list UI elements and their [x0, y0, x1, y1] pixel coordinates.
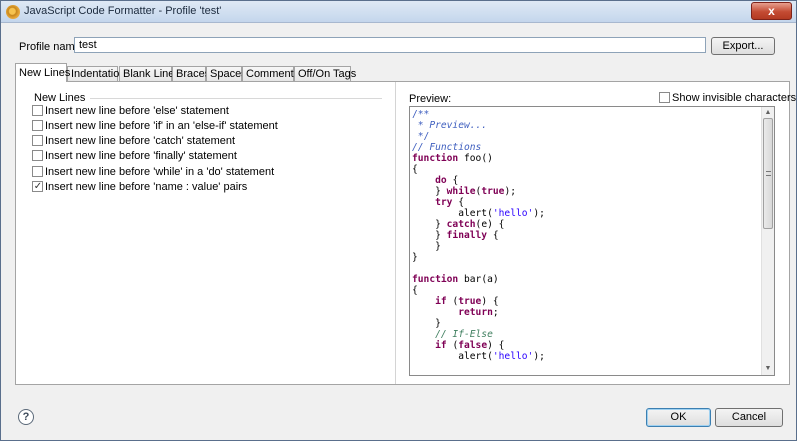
checkbox-checked[interactable] — [32, 181, 43, 192]
code-line: if (false) { — [435, 340, 505, 351]
code-line: } finally { — [412, 230, 499, 241]
scroll-up-icon[interactable]: ▲ — [762, 107, 774, 118]
panel-separator — [395, 82, 396, 384]
tab-panel: New Lines Insert new line before 'else' … — [15, 81, 796, 385]
code-line: do { — [435, 175, 459, 186]
ok-button[interactable]: OK — [646, 408, 711, 427]
option-while-do[interactable]: Insert new line before 'while' in a 'do'… — [32, 166, 274, 180]
app-icon — [6, 5, 20, 19]
tab-spaces[interactable]: Spaces — [206, 66, 247, 81]
code-line: // If-Else — [412, 329, 493, 340]
code-line: try { — [435, 197, 464, 208]
tab-braces[interactable]: Braces — [172, 66, 210, 81]
window-title: JavaScript Code Formatter - Profile 'tes… — [24, 5, 222, 17]
group-divider — [90, 98, 382, 99]
code-line: } — [412, 252, 418, 263]
code-line: return; — [458, 307, 499, 318]
show-invisible-label: Show invisible characters — [672, 92, 797, 104]
scroll-thumb[interactable] — [763, 118, 773, 229]
code-line: alert('hello'); — [412, 351, 545, 362]
show-invisible-option[interactable]: Show invisible characters — [659, 92, 796, 104]
vertical-scrollbar[interactable]: ▲ ▼ — [761, 107, 774, 375]
code-line: { — [412, 285, 418, 296]
checkbox[interactable] — [32, 135, 43, 146]
preview-code-area[interactable]: /** * Preview... */ // Functions functio… — [409, 106, 775, 376]
code-line: * Preview... — [412, 120, 488, 131]
checkbox[interactable] — [32, 166, 43, 177]
code-line: } — [412, 318, 441, 329]
option-label: Insert new line before 'while' in a 'do'… — [45, 166, 275, 178]
preview-label: Preview: — [409, 93, 452, 105]
tab-new-lines[interactable]: New Lines — [15, 63, 70, 82]
code-line: /** — [412, 109, 430, 120]
profile-name-input[interactable]: test — [74, 37, 706, 53]
tab-off-on-tags[interactable]: Off/On Tags — [294, 66, 356, 81]
code-line: function bar(a) — [412, 274, 499, 285]
title-bar: JavaScript Code Formatter - Profile 'tes… — [1, 1, 796, 23]
code-line: } — [412, 241, 441, 252]
scroll-down-icon[interactable]: ▼ — [762, 363, 774, 374]
option-else-if[interactable]: Insert new line before 'if' in an 'else-… — [32, 120, 278, 134]
formatter-dialog: JavaScript Code Formatter - Profile 'tes… — [0, 0, 797, 441]
tab-comments[interactable]: Comments — [242, 66, 299, 81]
option-label: Insert new line before 'name : value' pa… — [45, 181, 248, 193]
help-icon[interactable]: ? — [18, 409, 34, 425]
new-lines-group-label: New Lines — [34, 92, 86, 104]
code-line: // Functions — [412, 142, 482, 153]
tab-blank-lines[interactable]: Blank Lines — [119, 66, 180, 81]
code-line: } catch(e) { — [412, 219, 505, 230]
option-label: Insert new line before 'else' statement — [45, 105, 229, 117]
preview-code: /** * Preview... */ // Functions functio… — [412, 109, 545, 362]
checkbox[interactable] — [32, 105, 43, 116]
option-label: Insert new line before 'if' in an 'else-… — [45, 120, 278, 132]
code-line: { — [412, 164, 418, 175]
close-button[interactable]: x — [751, 2, 792, 20]
option-label: Insert new line before 'catch' statement — [45, 135, 236, 147]
option-finally[interactable]: Insert new line before 'finally' stateme… — [32, 150, 237, 164]
checkbox[interactable] — [32, 150, 43, 161]
option-name-value[interactable]: Insert new line before 'name : value' pa… — [32, 181, 247, 195]
option-label: Insert new line before 'finally' stateme… — [45, 150, 237, 162]
option-catch[interactable]: Insert new line before 'catch' statement — [32, 135, 235, 149]
code-line: } while(true); — [412, 186, 516, 197]
grip-icon — [766, 171, 771, 176]
code-line: alert('hello'); — [412, 208, 545, 219]
tab-indentation[interactable]: Indentation — [67, 66, 125, 81]
cancel-button[interactable]: Cancel — [715, 408, 783, 427]
code-line: */ — [412, 131, 430, 142]
code-line: function foo() — [412, 153, 493, 164]
checkbox[interactable] — [32, 120, 43, 131]
export-button[interactable]: Export... — [711, 37, 775, 55]
code-line: if (true) { — [435, 296, 499, 307]
option-else[interactable]: Insert new line before 'else' statement — [32, 105, 229, 119]
checkbox[interactable] — [659, 92, 670, 103]
